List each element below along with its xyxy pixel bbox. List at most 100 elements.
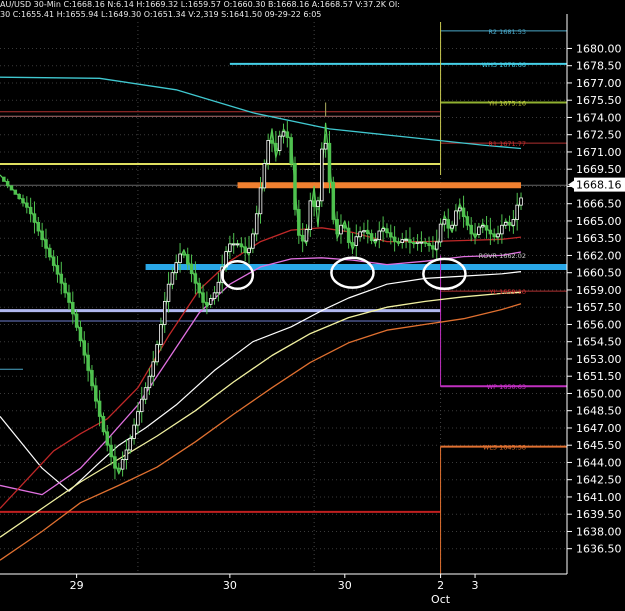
candle-body <box>515 204 519 220</box>
y-tick-label: 1645.50 <box>576 439 622 452</box>
candle-body <box>457 207 462 212</box>
candle-body <box>400 239 405 243</box>
candle-body <box>143 387 148 400</box>
candle-body <box>132 424 136 439</box>
candle-body <box>320 148 324 202</box>
candle-body <box>285 131 290 138</box>
chart: R2 1681.53 WH3 1678.66 YH 1675.16 R1 1671.7… <box>0 0 625 607</box>
candle-body <box>262 163 267 189</box>
candle-body <box>86 354 90 371</box>
candle-body <box>239 243 244 248</box>
y-tick-label: 1680.00 <box>576 42 622 55</box>
candle-body <box>396 241 401 244</box>
candle-body <box>101 416 106 433</box>
candle-body <box>120 459 125 470</box>
candle-body <box>381 228 385 232</box>
candle-body <box>281 131 286 137</box>
candle-body <box>63 282 67 294</box>
candle-body <box>25 202 29 208</box>
candle-body <box>469 224 473 235</box>
x-tick-label: 29 <box>70 579 84 592</box>
y-tick-label: 1642.50 <box>576 474 622 487</box>
candle-body <box>389 232 393 238</box>
candle-body <box>335 219 339 235</box>
candle-body <box>17 193 21 200</box>
y-tick-label: 1644.00 <box>576 456 622 469</box>
candle-body <box>477 226 481 235</box>
month-label: Oct <box>431 593 451 606</box>
y-tick-label: 1656.00 <box>576 318 622 331</box>
candle-body <box>2 176 6 182</box>
candle-body <box>277 135 282 151</box>
candle-body <box>392 236 397 243</box>
candle-body <box>354 236 359 246</box>
y-tick-label: 1665.00 <box>576 215 622 228</box>
y-tick-label: 1662.00 <box>576 249 622 262</box>
candle-body <box>48 247 52 258</box>
candle-body <box>484 225 489 231</box>
y-tick-label: 1671.00 <box>576 146 622 159</box>
candle-body <box>117 467 121 470</box>
candle-body <box>105 431 110 446</box>
candle-body <box>136 411 140 426</box>
candle-body <box>21 198 25 204</box>
candle-body <box>266 140 270 164</box>
candle-body <box>488 229 493 235</box>
level-label: R1 1671.77 <box>488 140 526 148</box>
candle-body <box>369 233 374 241</box>
candle-body <box>503 221 508 226</box>
candle-body <box>40 230 44 241</box>
candle-body <box>182 253 186 256</box>
candle-body <box>480 225 485 228</box>
candle-body <box>71 302 75 315</box>
y-tick-label: 1663.50 <box>576 232 622 245</box>
chart-plot: R2 1681.53 WH3 1678.66 YH 1675.16 R1 1671.7… <box>0 0 625 607</box>
candle-body <box>94 385 98 402</box>
candle-body <box>32 213 37 223</box>
candle-body <box>412 242 416 244</box>
y-tick-label: 1641.00 <box>576 491 622 504</box>
candle-body <box>274 142 278 151</box>
candle-body <box>304 229 309 242</box>
candle-body <box>358 231 362 238</box>
y-tick-label: 1639.50 <box>576 508 622 521</box>
candle-body <box>178 253 182 264</box>
candle-body <box>293 163 297 210</box>
candle-body <box>438 223 443 243</box>
candle-body <box>373 239 378 242</box>
candle-body <box>159 324 163 345</box>
candle-body <box>511 219 516 226</box>
candle-body <box>205 302 209 305</box>
candle-body <box>500 224 504 235</box>
candle-body <box>231 243 236 246</box>
y-tick-label: 1677.00 <box>576 77 622 90</box>
y-tick-label: 1647.00 <box>576 422 622 435</box>
candle-body <box>323 142 328 150</box>
candle-body <box>185 254 190 265</box>
candle-body <box>147 375 152 389</box>
candle-body <box>492 233 496 238</box>
candle-body <box>327 142 332 183</box>
candle-body <box>140 398 144 413</box>
candle-body <box>97 400 102 417</box>
candle-body <box>90 370 94 387</box>
candle-body <box>346 227 351 243</box>
candle-body <box>74 313 79 328</box>
candle-body <box>170 272 175 285</box>
candle-body <box>377 230 382 241</box>
candle-body <box>251 233 255 249</box>
y-tick-label: 1674.00 <box>576 111 622 124</box>
candle-body <box>308 200 313 230</box>
y-tick-label: 1675.50 <box>576 94 622 107</box>
candle-body <box>473 233 477 236</box>
candle-body <box>174 262 178 274</box>
candle-body <box>427 242 431 247</box>
candle-body <box>36 221 41 232</box>
candle-body <box>350 242 355 246</box>
candle-body <box>408 239 412 243</box>
y-tick-label: 1654.50 <box>576 336 622 349</box>
candle-body <box>208 298 213 305</box>
candle-body <box>228 243 232 253</box>
y-tick-label: 1650.00 <box>576 387 622 400</box>
y-tick-label: 1648.50 <box>576 405 622 418</box>
